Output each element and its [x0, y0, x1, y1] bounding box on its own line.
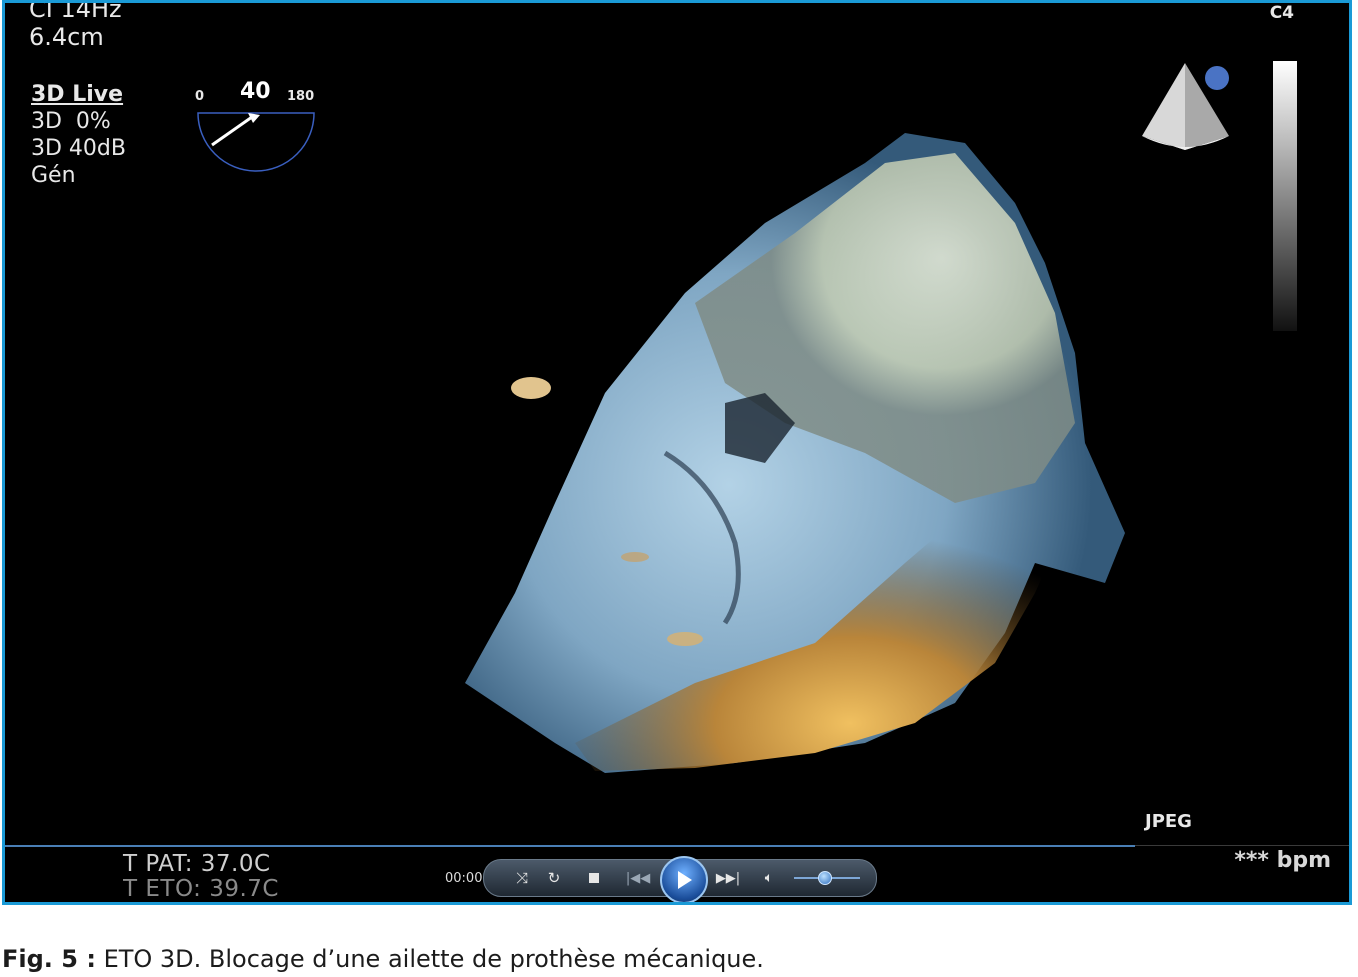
depth: 6.4cm	[29, 23, 104, 51]
previous-icon: |◀◀	[625, 870, 651, 886]
3d-volume-render	[465, 133, 1125, 773]
angle-min: 0	[195, 89, 205, 104]
figure-caption: Fig. 5 : ETO 3D. Blocage d’une ailette d…	[2, 945, 764, 973]
angle-dial-icon	[197, 112, 315, 172]
multiplane-angle: 0 40 180	[190, 79, 320, 179]
stop-button[interactable]	[580, 860, 608, 896]
status-divider-right	[1135, 845, 1349, 846]
media-player-controls: ⤨ ↻ |◀◀ ▶▶| 🔈︎	[483, 856, 877, 902]
volume-icon: 🔈︎	[764, 870, 774, 886]
ultrasound-frame: CI 14Hz 6.4cm 3D Live 3D 0% 3D 40dB Gén …	[2, 0, 1352, 905]
caption-text: ETO 3D. Blocage d’une ailette de prothès…	[95, 945, 764, 973]
volume-slider-handle[interactable]	[818, 871, 832, 885]
previous-button[interactable]: |◀◀	[618, 860, 658, 896]
heart-rate: *** bpm	[1234, 848, 1331, 873]
frame-rate: CI 14Hz	[29, 0, 122, 23]
preset: Gén	[31, 163, 76, 188]
status-divider	[5, 845, 1135, 847]
play-icon	[678, 871, 692, 889]
repeat-button[interactable]: ↻	[540, 860, 568, 896]
angle-value: 40	[240, 79, 271, 104]
repeat-icon: ↻	[547, 869, 561, 887]
angle-max: 180	[287, 89, 315, 104]
grayscale-bar	[1273, 61, 1297, 331]
caption-label: Fig. 5 :	[2, 945, 96, 973]
patient-temperature: T PAT: 37.0C	[123, 851, 271, 877]
next-icon: ▶▶|	[715, 870, 741, 886]
mode-label: 3D Live	[31, 82, 124, 107]
gain-percent: 3D 0%	[31, 109, 111, 134]
play-button[interactable]	[660, 856, 708, 902]
next-button[interactable]: ▶▶|	[708, 860, 748, 896]
probe-orientation-icon	[1142, 63, 1229, 150]
stop-icon	[589, 873, 599, 883]
playback-time: 00:00	[445, 871, 483, 886]
probe-temperature: T ETO: 39.7C	[123, 876, 279, 898]
probe-label: C4	[1269, 3, 1294, 23]
gain-db: 3D 40dB	[31, 136, 126, 161]
shuffle-button[interactable]: ⤨	[508, 860, 536, 896]
mode-info: 3D Live 3D 0% 3D 40dB Gén	[31, 81, 126, 189]
shuffle-icon: ⤨	[515, 869, 528, 887]
acquisition-info: CI 14Hz 6.4cm	[29, 0, 122, 51]
format-label: JPEG	[1145, 811, 1192, 832]
mute-button[interactable]: 🔈︎	[756, 860, 782, 896]
